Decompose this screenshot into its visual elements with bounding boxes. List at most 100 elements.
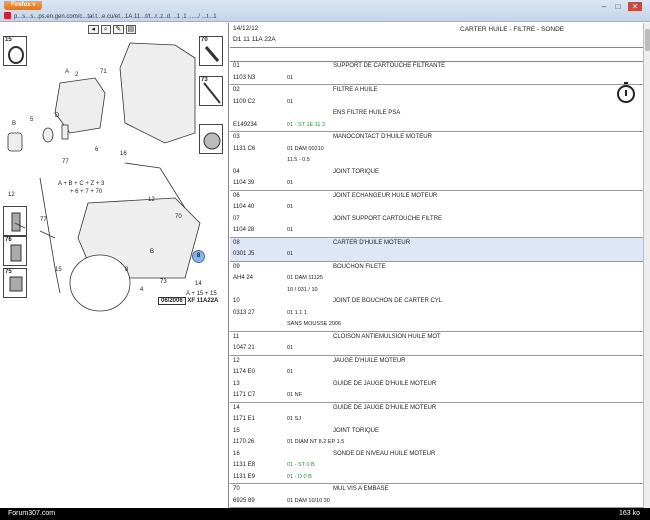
svg-text:2: 2	[75, 72, 79, 78]
part-detail: 01 DAM 10/10 30	[287, 497, 330, 504]
row-line: 02 FILTRE A HUILE	[230, 85, 643, 97]
part-detail: 01	[287, 345, 294, 351]
row-line: 1131 E8 01 - ST 0 B	[230, 460, 643, 472]
part-name: JAUGE D'HUILE MOTEUR	[333, 357, 406, 364]
row-line: 1104 39 01	[230, 178, 643, 190]
table-row[interactable]: 09 BOUCHON FILETE AH4 24 01 DAM 11125 10 / 0…	[230, 262, 643, 332]
row-line: E149234 01 - ST 1E 11 3	[230, 120, 643, 132]
url-text: p...s...s...ps.en.gen.com/c...tal.t...e.…	[14, 14, 217, 20]
table-row[interactable]: 01 SUPPORT DE CARTOUCHE FILTRANTE 1103 N3 0…	[230, 61, 643, 85]
part-detail: SANS MOUSSE 2006	[287, 321, 342, 327]
part-ref: 1109 C2	[233, 98, 256, 105]
maximize-icon[interactable]: □	[612, 2, 624, 11]
row-line: 1103 N3 01	[230, 73, 643, 85]
part-name: FILTRE A HUILE	[333, 87, 378, 93]
part-detail[interactable]: 01 - ST 0 B	[287, 460, 315, 472]
part-ref: 1104 40	[233, 204, 255, 210]
part-ref: 06	[233, 192, 240, 199]
part-name: SUPPORT DE CARTOUCHE FILTRANTE	[333, 63, 446, 69]
part-name: CLOISON ANTIEMULSION HUILE MOT	[333, 333, 441, 340]
row-line: 03 MANOCONTACT D'HUILE MOTEUR	[230, 132, 643, 144]
part-detail: 01 NF	[287, 392, 302, 398]
part-name: ENS FILTRE HUILE PSA	[333, 110, 401, 116]
part-detail: 01	[287, 369, 294, 375]
part-detail: 01	[287, 180, 294, 186]
list-header: 14/12/12 D1 11 11A 22A CARTER HUILE - FI…	[230, 23, 643, 48]
svg-text:A + B + C + Z + 3: A + B + C + Z + 3	[58, 181, 105, 187]
table-row[interactable]: 14 GUIDE DE JAUGE D'HUILE MOTEUR 1171 E1 01…	[230, 403, 643, 484]
row-line: ENS FILTRE HUILE PSA	[230, 108, 643, 120]
part-detail: 01 DAM 00210	[287, 145, 324, 152]
address-bar[interactable]: p...s...s...ps.en.gen.com/c...tal.t...e.…	[4, 12, 444, 21]
minimize-icon[interactable]: –	[598, 2, 610, 11]
part-detail: 01 DAM 11125	[287, 275, 323, 281]
svg-text:A + 15 + 15: A + 15 + 15	[186, 291, 217, 297]
row-line: 01 SUPPORT DE CARTOUCHE FILTRANTE	[230, 61, 643, 73]
row-line: 11.5 - 0.5	[230, 155, 643, 167]
row-line: 1174 E0 01	[230, 367, 643, 379]
part-detail: 01 1.1 1	[287, 309, 307, 316]
row-line: 12 JAUGE D'HUILE MOTEUR	[230, 356, 643, 368]
part-detail: 01 DIAM NT 8.2 EP 1.5	[287, 439, 345, 445]
row-line: 15 JOINT TORIQUE	[230, 426, 643, 438]
part-ref: 70	[233, 486, 240, 492]
row-line: 70 MUL VIS A EMBASE	[230, 484, 643, 496]
svg-text:14: 14	[195, 281, 202, 287]
part-detail[interactable]: 01 - D 0 B	[287, 472, 312, 484]
part-ref: 1104 28	[233, 227, 255, 233]
svg-text:15: 15	[55, 267, 62, 273]
row-line: 10 / 031 / 10	[230, 285, 643, 297]
scrollbar[interactable]	[643, 23, 650, 508]
close-icon[interactable]: ✕	[628, 2, 642, 11]
part-ref: 0313 27	[233, 309, 255, 316]
row-line: AH4 24 01 DAM 11125	[230, 273, 643, 285]
part-ref: 09	[233, 263, 240, 270]
part-detail[interactable]: 01 - ST 1E 11 3	[287, 120, 325, 132]
row-line: 1171 C7 01 NF	[230, 390, 643, 402]
svg-text:D: D	[55, 113, 60, 119]
part-ref: 0301 J5	[233, 251, 255, 257]
parts-diagram-panel: ◂ ⌕ ✎ ▤ 15 70 73 76 75 A 2 71 B 5 D 6 16…	[0, 23, 229, 508]
part-ref: 02	[233, 87, 240, 93]
firefox-menu-button[interactable]: Firefox ▾	[4, 1, 42, 10]
part-name: SONDE DE NIVEAU HUILE MOTEUR	[333, 450, 436, 457]
row-line: 08 CARTER D'HUILE MOTEUR	[230, 238, 643, 250]
part-ref: 1131 E8	[233, 462, 255, 468]
part-name: JOINT DE BOUCHON DE CARTER CYL	[333, 298, 443, 304]
part-ref: 11	[233, 333, 240, 340]
part-ref: E149234	[233, 121, 258, 128]
part-detail: 11.5 - 0.5	[287, 157, 310, 163]
row-line: 11 CLOISON ANTIEMULSION HUILE MOT	[230, 332, 643, 344]
hotspot-marker[interactable]: 8	[192, 250, 205, 263]
browser-titlebar: Firefox ▾ p...s...s...ps.en.gen.com/c...…	[0, 0, 650, 22]
svg-text:71: 71	[100, 69, 107, 75]
part-ref: 1171 E1	[233, 416, 255, 422]
table-row[interactable]: 11 CLOISON ANTIEMULSION HUILE MOT 1047 21 0…	[230, 332, 643, 356]
row-line: 6925 89 01 DAM 10/10 30	[230, 496, 643, 508]
table-row[interactable]: 12 JAUGE D'HUILE MOTEUR 1174 E0 01 13 GUIDE D…	[230, 356, 643, 403]
status-bar: Forum307.com 163 ko	[0, 508, 650, 520]
svg-text:77: 77	[62, 159, 69, 165]
part-ref: 1171 C7	[233, 392, 256, 398]
row-line: 1131 E9 01 - D 0 B	[230, 472, 643, 484]
part-detail: 01	[287, 227, 294, 233]
table-row[interactable]: 70 MUL VIS A EMBASE 6925 89 01 DAM 10/10 30	[230, 484, 643, 508]
part-ref: 13	[233, 380, 240, 387]
table-row[interactable]: 03 MANOCONTACT D'HUILE MOTEUR 1131 C6 01 DA…	[230, 132, 643, 191]
row-line: 16 SONDE DE NIVEAU HUILE MOTEUR	[230, 449, 643, 461]
svg-text:A: A	[65, 69, 69, 75]
table-row[interactable]: 02 FILTRE A HUILE 1109 C2 01 ENS FILTRE HUIL…	[230, 85, 643, 132]
diagram-footer: 06/2006 XF 11A22A	[158, 297, 218, 305]
table-row[interactable]: 06 JOINT ECHANGEUR HUILE MOTEUR 1104 40 01 0…	[230, 191, 643, 238]
model-code: D1 11 11A 22A	[233, 36, 276, 43]
page-title: CARTER HUILE - FILTRE - SONDE	[460, 26, 565, 33]
svg-text:+ 6 + 7 + 70: + 6 + 7 + 70	[70, 189, 103, 195]
site-icon	[4, 12, 11, 19]
part-ref: 1131 C6	[233, 145, 256, 152]
part-name: MANOCONTACT D'HUILE MOTEUR	[333, 134, 432, 140]
row-line: 10 JOINT DE BOUCHON DE CARTER CYL	[230, 296, 643, 308]
part-detail: 01	[287, 74, 294, 81]
svg-text:70: 70	[175, 214, 182, 220]
table-row[interactable]: 08 CARTER D'HUILE MOTEUR 0301 J5 01	[230, 237, 643, 262]
scrollbar-thumb[interactable]	[645, 29, 650, 51]
